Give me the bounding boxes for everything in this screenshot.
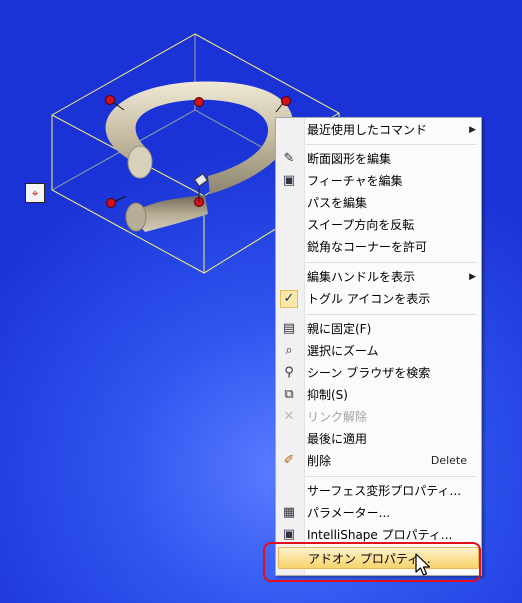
menu-item-zoom-to-selection[interactable]: ⌕ 選択にズーム [278, 340, 479, 362]
menu-item-edit-section[interactable]: ✎ 断面図形を編集 [278, 148, 479, 170]
menu-item-delete[interactable]: ✐ 削除 Delete [278, 450, 479, 472]
menu-separator [306, 144, 477, 145]
menu-item-apply-last[interactable]: 最後に適用 [278, 428, 479, 450]
delete-icon: ✐ [283, 453, 295, 468]
menu-item-edit-feature[interactable]: ▣ フィーチャを編集 [278, 170, 479, 192]
menu-item-anchor-to-parent[interactable]: ▤ 親に固定(F) [278, 318, 479, 340]
anchor-to-parent-icon: ▤ [282, 321, 296, 336]
menu-separator [306, 476, 477, 477]
edit-section-icon: ✎ [283, 151, 295, 166]
checkmark-icon: ✓ [280, 290, 298, 308]
menu-item-unlink: ✕ リンク解除 [278, 406, 479, 428]
menu-item-reverse-sweep[interactable]: スイープ方向を反転 [278, 214, 479, 236]
menu-item-recent-commands[interactable]: 最近使用したコマンド ▶ [278, 119, 479, 141]
scene-browser-icon: ⚲ [284, 365, 294, 380]
parameters-icon: ▦ [282, 505, 296, 520]
anchor-icon[interactable]: ⌖ [25, 183, 45, 203]
submenu-arrow-icon: ▶ [469, 272, 476, 282]
edit-feature-icon: ▣ [282, 173, 296, 188]
menu-item-edit-path[interactable]: パスを編集 [278, 192, 479, 214]
menu-item-surface-deformation-properties[interactable]: サーフェス変形プロパティ... [278, 480, 479, 502]
mouse-cursor-icon [415, 553, 431, 576]
menu-item-show-toggle-icons[interactable]: ✓ トグル アイコンを表示 [278, 288, 479, 310]
highlight-callout [263, 542, 481, 582]
menu-item-allow-sharp-corners[interactable]: 鋭角なコーナーを許可 [278, 236, 479, 258]
delete-shortcut: Delete [430, 454, 467, 467]
menu-item-show-edit-handles[interactable]: 編集ハンドルを表示 ▶ [278, 266, 479, 288]
menu-separator [306, 262, 477, 263]
menu-item-parameters[interactable]: ▦ パラメーター... [278, 502, 479, 524]
menu-item-suppress[interactable]: ⧉ 抑制(S) [278, 384, 479, 406]
context-menu: 最近使用したコマンド ▶ ✎ 断面図形を編集 ▣ フィーチャを編集 パスを編集 … [275, 117, 482, 576]
unlink-icon: ✕ [283, 409, 295, 424]
menu-item-search-scene-browser[interactable]: ⚲ シーン ブラウザを検索 [278, 362, 479, 384]
menu-separator [306, 314, 477, 315]
suppress-icon: ⧉ [284, 387, 294, 402]
zoom-icon: ⌕ [285, 343, 293, 358]
submenu-arrow-icon: ▶ [469, 125, 476, 135]
